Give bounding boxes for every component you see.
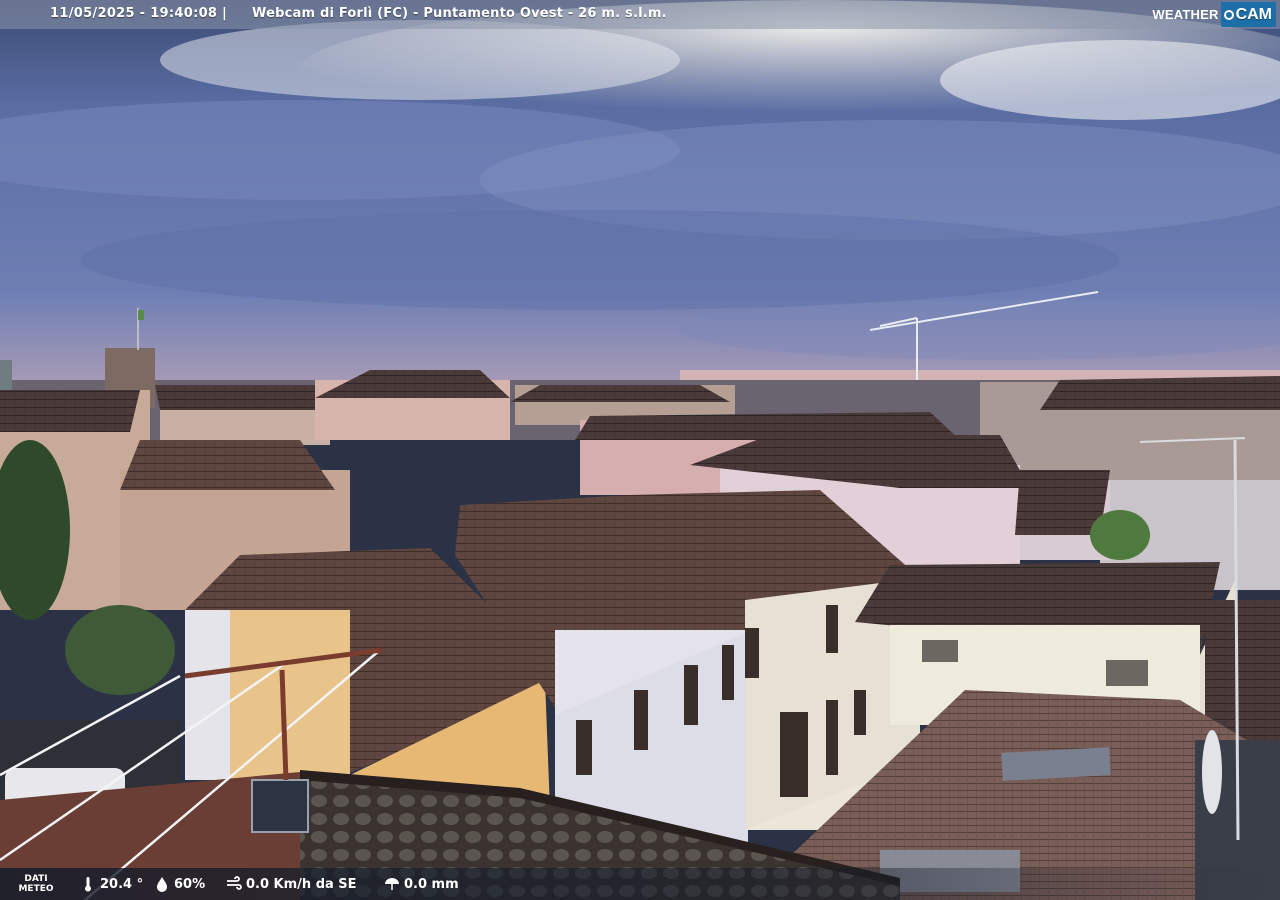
weather-label-line2: METEO [18,884,54,894]
logo-dot-icon [1223,9,1234,20]
rain-icon [385,878,399,890]
temperature-readout: 20.4 ° [80,876,143,892]
logo-weather-text: WEATHER [1152,7,1219,22]
weather-data-label: DATI METEO [18,874,54,894]
temperature-value: 20.4 ° [100,876,144,892]
humidity-icon [157,877,167,892]
humidity-value: 60% [174,876,206,892]
weather-label-line1: DATI [24,874,48,884]
webcam-scene [0,0,1280,900]
wind-value: 0.0 Km/h da SE [246,876,357,892]
timestamp: 11/05/2025 - 19:40:08 [50,6,218,21]
humidity-readout: 60% [154,876,205,892]
caption-separator: | [222,6,227,21]
wind-readout: 0.0 Km/h da SE [226,876,357,892]
thermometer-icon [85,877,91,892]
weather-data-bar: DATI METEO 20.4 ° 60% 0.0 Km/h da SE 0.0… [0,868,1280,900]
webcam-caption: Webcam di Forlì (FC) - Puntamento Ovest … [252,6,667,21]
caption-bar: 11/05/2025 - 19:40:08 | Webcam di Forlì … [0,0,1280,29]
wind-icon [227,876,242,890]
logo-cam-badge: CAM [1220,2,1276,27]
rain-readout: 0.0 mm [384,876,459,892]
weathercam-logo: WEATHER CAM [1152,2,1276,27]
logo-cam-text: CAM [1235,5,1272,23]
rain-value: 0.0 mm [404,876,459,892]
